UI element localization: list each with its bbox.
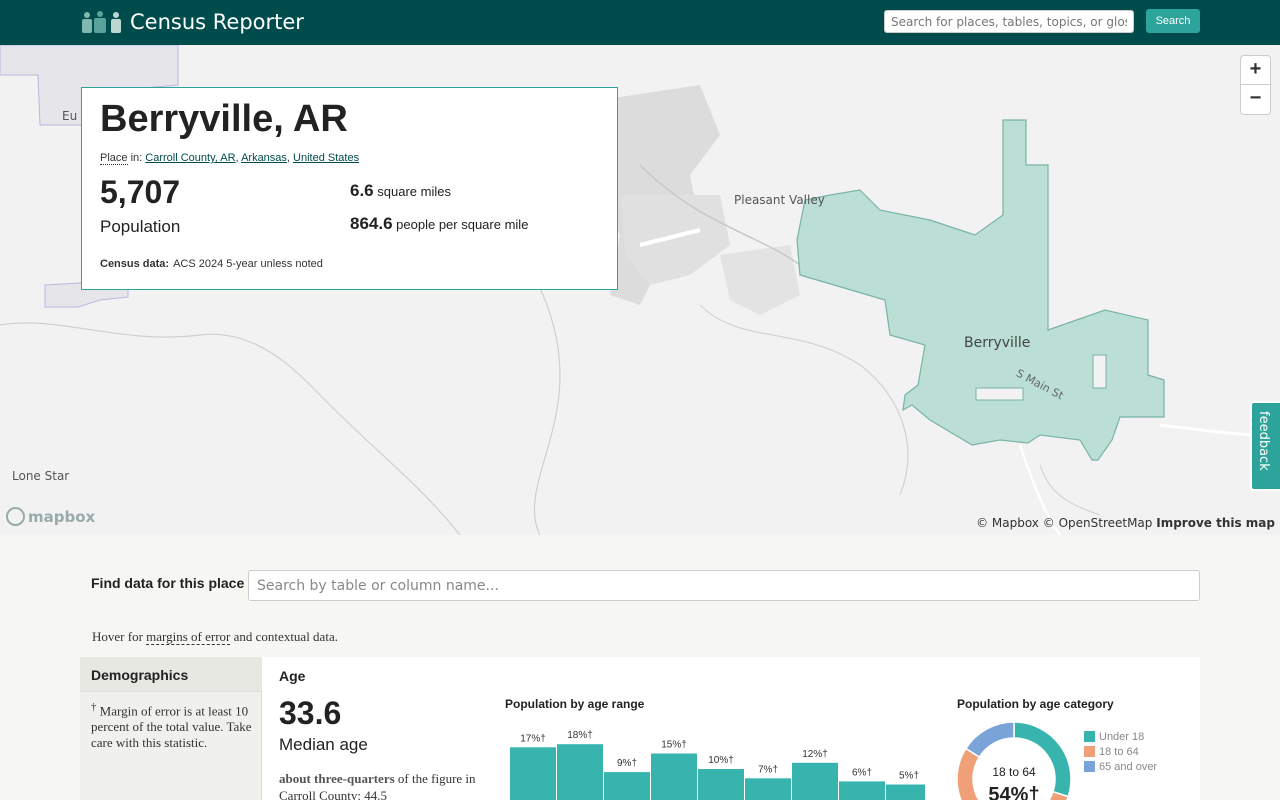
- find-data-label: Find data for this place: [91, 575, 245, 591]
- mapbox-logo-icon: [6, 507, 25, 526]
- area-value: 6.6: [350, 181, 374, 200]
- attribution-mapbox[interactable]: © Mapbox: [976, 516, 1039, 530]
- dagger-symbol: †: [91, 701, 97, 713]
- place-in-text: in:: [127, 152, 146, 164]
- census-data-label: Census data:: [100, 258, 170, 270]
- population-value: 5,707: [100, 174, 181, 210]
- map-label-pleasant-valley: Pleasant Valley: [734, 193, 825, 207]
- age-bar[interactable]: [886, 784, 925, 800]
- attribution-osm[interactable]: © OpenStreetMap: [1043, 516, 1153, 530]
- census-data-value: ACS 2024 5-year unless noted: [173, 258, 323, 270]
- median-age-value: 33.6: [279, 695, 342, 731]
- donut-center-value: 54%†: [988, 784, 1039, 800]
- feedback-label: feedback: [1256, 411, 1271, 471]
- age-bar[interactable]: [792, 762, 838, 800]
- legend-swatch: [1084, 731, 1095, 742]
- place-hierarchy: Place in: Carroll County, AR, Arkansas, …: [100, 152, 360, 165]
- section-sidebar: Demographics † Margin of error is at lea…: [80, 657, 262, 800]
- area-label: square miles: [377, 184, 451, 199]
- map-label-eu: Eu: [62, 109, 78, 123]
- age-category-chart-title: Population by age category: [957, 697, 1114, 711]
- age-range-chart-title: Population by age range: [505, 697, 645, 711]
- age-bar[interactable]: [651, 753, 697, 800]
- sidebar-item-demographics[interactable]: Demographics: [80, 657, 262, 692]
- hover-note-suffix: and contextual data.: [230, 629, 338, 644]
- age-bar-label: 10%†: [708, 755, 734, 766]
- legend-label: Under 18: [1099, 730, 1145, 743]
- comparison-bold: about three-quarters: [279, 771, 395, 786]
- site-title: Census Reporter: [130, 10, 304, 34]
- age-bar[interactable]: [839, 781, 885, 800]
- logo-icon: [82, 11, 121, 33]
- age-bar[interactable]: [745, 778, 791, 800]
- hover-note-prefix: Hover for: [92, 629, 147, 644]
- hover-note: Hover for margins of error and contextua…: [92, 629, 338, 645]
- median-age-label: Median age: [279, 735, 368, 754]
- improve-map-link[interactable]: Improve this map: [1156, 516, 1275, 530]
- site-logo[interactable]: Census Reporter: [80, 8, 304, 36]
- parent-link-nation[interactable]: United States: [293, 152, 359, 164]
- age-bar[interactable]: [557, 744, 603, 800]
- density-label: people per square mile: [396, 217, 529, 232]
- find-data-input[interactable]: [248, 570, 1200, 601]
- legend-item: 18 to 64: [1084, 744, 1157, 759]
- mapbox-logo-text: mapbox: [28, 507, 96, 526]
- age-bar[interactable]: [604, 772, 650, 800]
- legend-swatch: [1084, 746, 1095, 757]
- donut-center-label: 18 to 64: [992, 765, 1036, 779]
- legend-item: 65 and over: [1084, 759, 1157, 774]
- site-search-input[interactable]: [884, 10, 1134, 33]
- mapbox-logo[interactable]: mapbox: [6, 507, 95, 526]
- area-stat: 6.6 square miles: [350, 181, 451, 201]
- age-bar-label: 7%†: [758, 764, 778, 775]
- age-bar[interactable]: [510, 747, 556, 800]
- age-bar-label: 12%†: [802, 749, 828, 760]
- population-label: Population: [100, 217, 181, 236]
- age-category-legend: Under 18 18 to 64 65 and over: [1084, 729, 1157, 774]
- map-label-berryville: Berryville: [964, 335, 1031, 351]
- legend-swatch: [1084, 761, 1095, 772]
- map-attribution: © Mapbox © OpenStreetMap Improve this ma…: [976, 516, 1275, 530]
- age-bar-label: 5%†: [899, 771, 919, 782]
- moe-note-text: Margin of error is at least 10 percent o…: [91, 703, 252, 751]
- age-bar-label: 17%†: [520, 733, 546, 744]
- place-title: Berryville, AR: [100, 98, 348, 140]
- age-section-title: Age: [279, 668, 306, 684]
- age-category-donut-chart: 18 to 64 54%†: [956, 721, 1072, 800]
- age-bar-label: 18%†: [567, 730, 593, 741]
- moe-note: † Margin of error is at least 10 percent…: [91, 699, 255, 751]
- margins-of-error-link[interactable]: margins of error: [146, 629, 231, 645]
- site-header: Census Reporter Search: [0, 0, 1280, 45]
- parent-link-state[interactable]: Arkansas: [241, 152, 287, 164]
- place-type-label[interactable]: Place: [100, 152, 128, 165]
- age-bar-label: 9%†: [617, 758, 637, 769]
- age-panel: Age 33.6 Median age about three-quarters…: [262, 657, 1200, 800]
- search-button[interactable]: Search: [1146, 9, 1200, 33]
- zoom-controls: + −: [1240, 55, 1271, 115]
- feedback-tab[interactable]: feedback: [1250, 401, 1280, 491]
- age-category-slice[interactable]: [964, 721, 1015, 759]
- age-bar-label: 6%†: [852, 767, 872, 778]
- density-stat: 864.6 people per square mile: [350, 214, 528, 234]
- census-data-source: Census data: ACS 2024 5-year unless noted: [100, 258, 323, 270]
- parent-link-county[interactable]: Carroll County, AR: [145, 152, 235, 164]
- age-range-bar-chart: 17%† 18%† 9%† 15%† 10%† 7%† 12%† 6%† 5%†: [510, 730, 925, 800]
- legend-item: Under 18: [1084, 729, 1157, 744]
- age-bar[interactable]: [698, 769, 744, 800]
- map-label-lone-star: Lone Star: [12, 469, 70, 483]
- zoom-in-button[interactable]: +: [1241, 56, 1270, 85]
- median-age-comparison: about three-quarters of the figure in Ca…: [279, 770, 494, 800]
- legend-label: 18 to 64: [1099, 745, 1139, 758]
- place-summary-card: Berryville, AR Place in: Carroll County,…: [81, 87, 618, 290]
- legend-label: 65 and over: [1099, 760, 1158, 773]
- zoom-out-button[interactable]: −: [1241, 85, 1270, 114]
- age-bar-label: 15%†: [661, 740, 687, 751]
- density-value: 864.6: [350, 214, 393, 233]
